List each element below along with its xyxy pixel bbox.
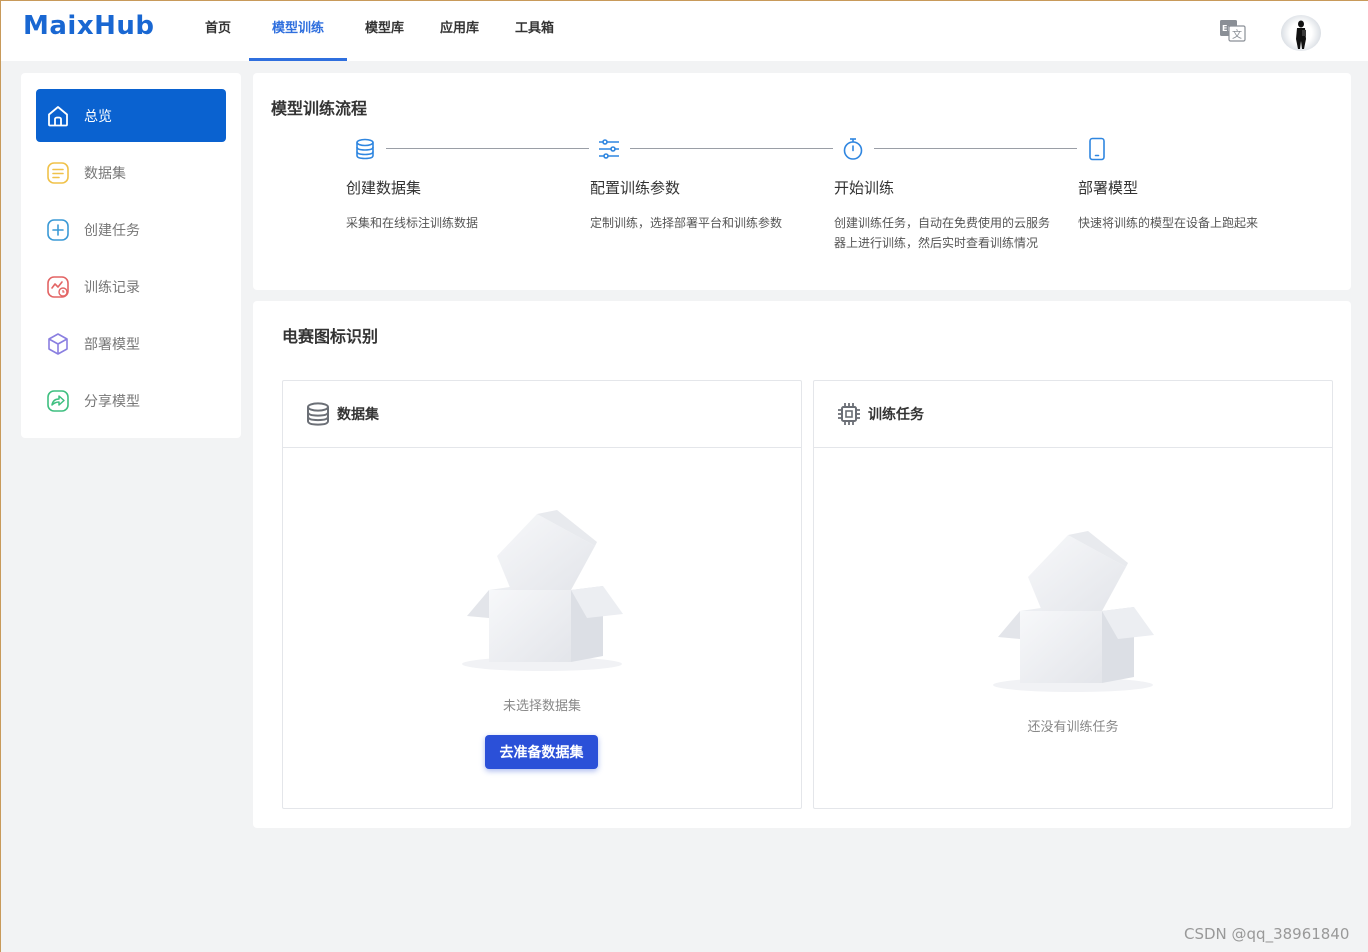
step-desc: 定制训练，选择部署平台和训练参数 bbox=[590, 216, 783, 230]
dataset-panel-title: 数据集 bbox=[337, 407, 379, 423]
step-connector bbox=[874, 148, 1077, 149]
task-empty-text: 还没有训练任务 bbox=[1027, 720, 1119, 735]
watermark: CSDN @qq_38961840 bbox=[1184, 925, 1350, 943]
task-panel-title: 训练任务 bbox=[868, 407, 924, 423]
home-icon bbox=[48, 105, 68, 126]
sliders-icon bbox=[599, 139, 619, 159]
nav-model-training[interactable]: 模型训练 bbox=[249, 1, 348, 61]
svg-text:文: 文 bbox=[1232, 28, 1242, 41]
project-card: 电赛图标识别 数据集 未选择数据集 去准备数据集 训练任务 还没有训练任务 bbox=[253, 301, 1351, 828]
database-icon bbox=[307, 402, 329, 426]
cube-icon bbox=[48, 332, 68, 355]
nav-toolbox[interactable]: 工具箱 bbox=[497, 1, 572, 61]
flow-title: 模型训练流程 bbox=[271, 99, 368, 118]
sidebar-item-label: 数据集 bbox=[84, 165, 126, 182]
step-title-create-dataset: 创建数据集 bbox=[346, 179, 422, 197]
list-icon bbox=[47, 161, 69, 184]
sidebar-item-label: 总览 bbox=[84, 108, 112, 125]
empty-box-illustration bbox=[462, 510, 623, 671]
plus-square-icon bbox=[47, 218, 69, 241]
sidebar-item-label: 创建任务 bbox=[84, 222, 140, 239]
user-avatar[interactable] bbox=[1281, 15, 1321, 51]
sidebar-item-datasets[interactable]: 数据集 bbox=[36, 146, 226, 199]
nav-home[interactable]: 首页 bbox=[187, 1, 249, 61]
task-panel-header: 训练任务 bbox=[814, 381, 1332, 448]
dataset-panel-header: 数据集 bbox=[283, 381, 801, 448]
prepare-dataset-button[interactable]: 去准备数据集 bbox=[485, 735, 598, 769]
step-title-deploy-model: 部署模型 bbox=[1078, 179, 1139, 197]
language-switch-icon[interactable]: En 文 bbox=[1219, 19, 1247, 43]
mobile-icon bbox=[1089, 137, 1105, 161]
empty-box-illustration bbox=[993, 531, 1154, 692]
sidebar-item-label: 训练记录 bbox=[84, 279, 140, 296]
dataset-panel: 数据集 未选择数据集 去准备数据集 bbox=[282, 380, 802, 809]
sidebar-item-label: 分享模型 bbox=[84, 393, 140, 410]
step-connector bbox=[630, 148, 833, 149]
step-title-start-training: 开始训练 bbox=[834, 179, 895, 197]
sidebar-item-overview[interactable]: 总览 bbox=[36, 89, 226, 142]
sidebar: 总览 数据集 创建任务 训练记录 部署模型 分享模型 bbox=[21, 73, 241, 438]
sidebar-item-create-task[interactable]: 创建任务 bbox=[36, 203, 226, 256]
sidebar-item-training-records[interactable]: 训练记录 bbox=[36, 260, 226, 313]
sidebar-item-label: 部署模型 bbox=[84, 336, 140, 353]
chip-icon bbox=[838, 403, 860, 425]
sidebar-item-share-model[interactable]: 分享模型 bbox=[36, 374, 226, 427]
chart-clock-icon bbox=[47, 275, 69, 298]
step-desc: 采集和在线标注训练数据 bbox=[346, 216, 479, 230]
training-task-panel: 训练任务 还没有训练任务 bbox=[813, 380, 1333, 809]
top-nav: 首页 模型训练 模型库 应用库 工具箱 bbox=[187, 1, 572, 61]
step-title-configure-params: 配置训练参数 bbox=[590, 179, 681, 197]
stopwatch-icon bbox=[843, 138, 863, 160]
step-desc: 创建训练任务，自动在免费使用的云服务器上进行训练，然后实时查看训练情况 bbox=[834, 216, 1051, 250]
step-desc: 快速将训练的模型在设备上跑起来 bbox=[1078, 216, 1259, 230]
maixhub-logo[interactable]: MaixHub bbox=[23, 11, 154, 41]
sidebar-item-deploy-model[interactable]: 部署模型 bbox=[36, 317, 226, 370]
share-icon bbox=[47, 389, 69, 412]
top-header: MaixHub 首页 模型训练 模型库 应用库 工具箱 En 文 bbox=[1, 1, 1368, 61]
training-flow-card: 模型训练流程 创建数据集 配置训练参数 开始训练 部署模型 采集和在线标注训练数… bbox=[253, 73, 1351, 290]
dataset-empty-text: 未选择数据集 bbox=[502, 699, 581, 714]
project-title: 电赛图标识别 bbox=[282, 327, 379, 346]
nav-app-library[interactable]: 应用库 bbox=[422, 1, 497, 61]
step-connector bbox=[386, 148, 589, 149]
nav-model-library[interactable]: 模型库 bbox=[347, 1, 422, 61]
database-icon bbox=[356, 138, 374, 160]
